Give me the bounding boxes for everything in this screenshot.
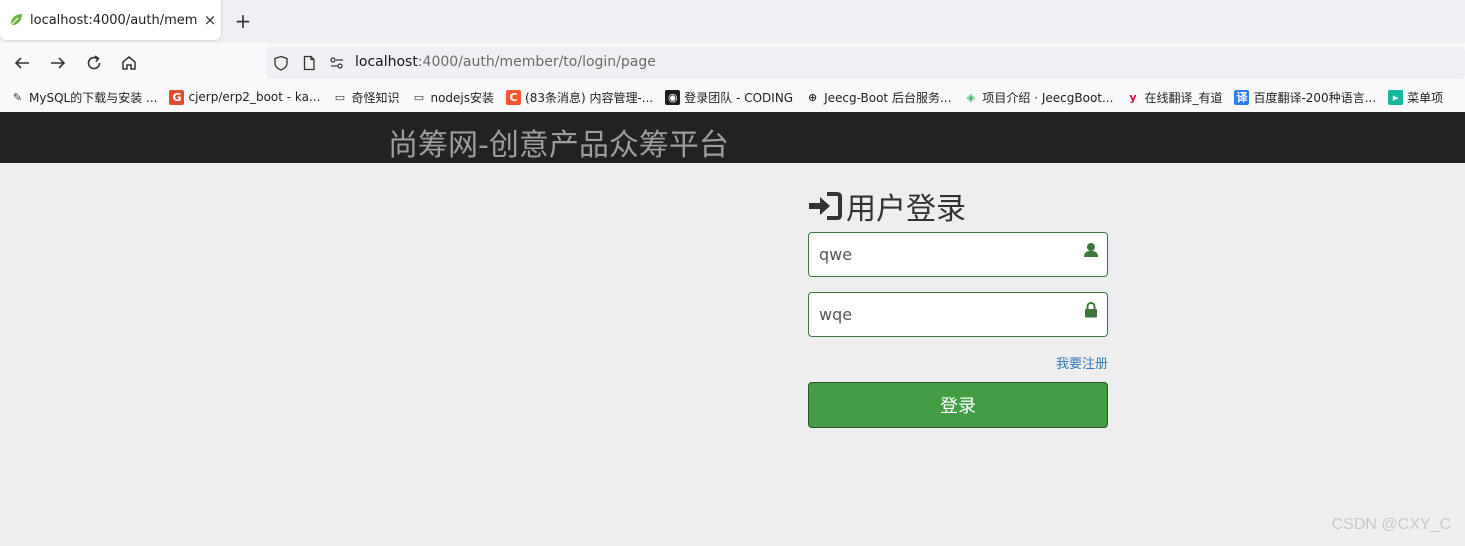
bookmark-item[interactable]: ◉ 登录团队 - CODING <box>665 89 793 106</box>
bookmark-item[interactable]: ◈ 项目介绍 · JeecgBoot... <box>963 89 1114 106</box>
new-tab-button[interactable]: + <box>232 10 254 32</box>
bookmark-item[interactable]: ⊕ Jeecg-Boot 后台服务... <box>805 89 951 106</box>
bookmark-item[interactable]: y 在线翻译_有道 <box>1125 89 1222 106</box>
bookmark-label: 百度翻译-200种语言... <box>1253 90 1377 105</box>
folder-icon: ▭ <box>334 90 346 104</box>
baidu-translate-icon: 译 <box>1234 89 1250 105</box>
login-form: 用户登录 我要注册 登录 <box>808 184 1108 428</box>
lock-icon <box>1084 301 1098 318</box>
username-field[interactable] <box>808 232 1108 277</box>
login-title: 用户登录 <box>846 192 966 227</box>
globe-icon: ⊕ <box>807 90 818 104</box>
browser-tab-strip: localhost:4000/auth/member/to/login/page… <box>0 0 1465 43</box>
spring-leaf-icon <box>8 12 24 28</box>
bookmark-item[interactable]: ✎ MySQL的下载与安装 ... <box>10 89 158 106</box>
bookmark-label: 菜单项 <box>1407 90 1444 105</box>
bookmark-label: MySQL的下载与安装 ... <box>29 90 158 105</box>
back-arrow-icon[interactable] <box>11 52 33 74</box>
folder-icon: ▭ <box>413 90 425 104</box>
bookmark-item[interactable]: Gcjerp/erp2_boot - ka... <box>169 89 321 105</box>
user-icon <box>1084 242 1098 258</box>
bookmark-item[interactable]: ▸ 菜单项 <box>1388 89 1443 106</box>
browser-navigation-bar: localhost:4000/auth/member/to/login/page <box>0 43 1465 82</box>
csdn-icon: C <box>506 89 522 105</box>
login-heading: 用户登录 <box>808 184 1108 228</box>
bookmark-item[interactable]: 译百度翻译-200种语言... <box>1234 89 1376 106</box>
username-input[interactable] <box>809 233 1069 276</box>
close-icon[interactable]: × <box>202 11 218 29</box>
login-button[interactable]: 登录 <box>808 382 1108 428</box>
sign-in-icon <box>808 191 842 221</box>
site-permissions-icon[interactable] <box>329 55 345 71</box>
bookmark-label: 奇怪知识 <box>351 90 400 105</box>
bookmark-label: nodejs安装 <box>430 90 495 105</box>
play-icon: ▸ <box>1388 89 1404 105</box>
bookmark-label: 在线翻译_有道 <box>1144 90 1223 105</box>
bookmark-label: 项目介绍 · JeecgBoot... <box>982 90 1114 105</box>
url-host: localhost <box>355 54 418 70</box>
address-bar[interactable]: localhost:4000/auth/member/to/login/page <box>266 47 1465 79</box>
tab-title: localhost:4000/auth/member/to/login/page <box>30 12 198 28</box>
page-icon[interactable] <box>301 55 317 71</box>
bookmark-item[interactable]: ▭ 奇怪知识 <box>332 89 400 106</box>
password-input[interactable] <box>809 293 1069 336</box>
site-brand[interactable]: 尚筹网-创意产品众筹平台 <box>388 120 729 164</box>
bookmarks-toolbar: ✎ MySQL的下载与安装 ... Gcjerp/erp2_boot - ka...… <box>0 82 1465 112</box>
csdn-watermark: CSDN @CXY_C <box>1331 516 1451 533</box>
bookmark-label: (83条消息) 内容管理-... <box>525 90 654 105</box>
password-field[interactable] <box>808 292 1108 337</box>
bookmark-item[interactable]: ▭ nodejs安装 <box>411 89 494 106</box>
coding-icon: ◉ <box>665 89 681 105</box>
youdao-icon: y <box>1129 90 1137 104</box>
site-navbar: 尚筹网-创意产品众筹平台 <box>0 112 1465 163</box>
jeecg-icon: ◈ <box>966 90 976 104</box>
mysql-icon: ✎ <box>12 90 23 104</box>
bookmark-label: Jeecg-Boot 后台服务... <box>824 90 952 105</box>
bookmark-item[interactable]: C (83条消息) 内容管理-... <box>506 89 653 106</box>
bookmark-label: 登录团队 - CODING <box>684 90 794 105</box>
url-text[interactable]: localhost:4000/auth/member/to/login/page <box>355 54 656 70</box>
url-path: :4000/auth/member/to/login/page <box>417 54 656 70</box>
home-icon[interactable] <box>118 52 140 74</box>
tracking-shield-icon[interactable] <box>273 55 289 71</box>
register-link[interactable]: 我要注册 <box>1056 353 1108 372</box>
gitee-icon: G <box>169 89 185 105</box>
forward-arrow-icon[interactable] <box>47 52 69 74</box>
browser-tab[interactable]: localhost:4000/auth/member/to/login/page… <box>0 0 221 40</box>
reload-icon[interactable] <box>83 52 105 74</box>
bookmark-label: cjerp/erp2_boot - ka... <box>188 90 321 104</box>
